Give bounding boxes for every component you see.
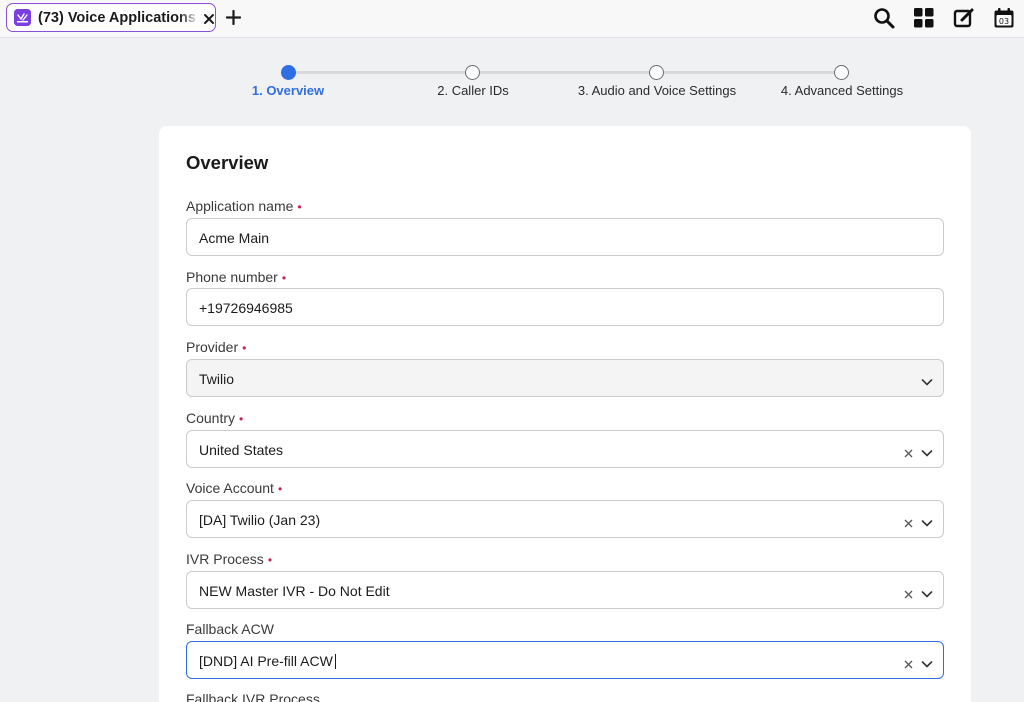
top-bar: (73) Voice Applications 03	[0, 0, 1024, 38]
step-4-label[interactable]: 4. Advanced Settings	[781, 83, 903, 98]
plus-icon[interactable]	[225, 9, 242, 26]
text-cursor	[334, 654, 336, 669]
provider-label: Provider •	[186, 339, 246, 355]
phone-number-label-text: Phone number	[186, 269, 278, 285]
tab-voice-applications[interactable]: (73) Voice Applications	[6, 3, 216, 32]
ivr-process-label: IVR Process •	[186, 551, 272, 567]
phone-number-value: +19726946985	[199, 300, 293, 316]
step-3-dot[interactable]	[649, 65, 664, 80]
apps-grid-icon[interactable]	[913, 7, 935, 29]
chevron-down-icon[interactable]	[921, 445, 933, 457]
chevron-down-icon[interactable]	[921, 515, 933, 527]
stepper-track	[288, 71, 842, 74]
chevron-down-icon[interactable]	[921, 656, 933, 668]
close-icon[interactable]	[203, 12, 215, 24]
country-label-text: Country	[186, 410, 236, 426]
calendar-day: 03	[998, 17, 1010, 26]
fallback-acw-label-text: Fallback ACW	[186, 621, 274, 637]
fallback-acw-value-text: [DND] AI Pre-fill ACW	[199, 653, 333, 669]
application-name-input[interactable]: Acme Main	[186, 218, 944, 256]
required-marker: •	[242, 341, 247, 355]
provider-value: Twilio	[199, 371, 235, 387]
tab-title-fade	[179, 7, 199, 29]
clear-icon[interactable]	[904, 656, 913, 669]
fallback-ivr-process-label: Fallback IVR Process	[186, 691, 320, 702]
application-name-value: Acme Main	[199, 230, 270, 246]
step-2-dot[interactable]	[465, 65, 480, 80]
step-2-label[interactable]: 2. Caller IDs	[437, 83, 509, 98]
provider-label-text: Provider	[186, 339, 239, 355]
overview-card: Overview Application name • Acme Main Pho…	[159, 126, 971, 702]
clear-icon[interactable]	[904, 445, 913, 458]
tab-title: (73) Voice Applications	[38, 10, 196, 26]
required-marker: •	[281, 271, 287, 285]
required-marker: •	[239, 412, 244, 426]
required-marker: •	[267, 553, 273, 567]
chevron-down-icon[interactable]	[921, 586, 933, 598]
clear-icon[interactable]	[904, 586, 913, 599]
application-name-label: Application name •	[186, 198, 302, 214]
required-marker: •	[277, 482, 283, 496]
ivr-process-select[interactable]: NEW Master IVR - Do Not Edit	[186, 571, 944, 609]
voice-account-value: [DA] Twilio (Jan 23)	[199, 512, 321, 528]
ivr-process-value: NEW Master IVR - Do Not Edit	[199, 583, 390, 599]
ivr-process-label-text: IVR Process	[186, 551, 264, 567]
fallback-acw-value: [DND] AI Pre-fill ACW	[199, 653, 336, 669]
step-1-label[interactable]: 1. Overview	[252, 83, 324, 98]
compose-icon[interactable]	[953, 7, 975, 29]
calendar-icon[interactable]: 03	[993, 7, 1015, 29]
voice-app-icon	[14, 9, 31, 26]
fallback-acw-label: Fallback ACW	[186, 621, 274, 637]
fallback-ivr-process-label-text: Fallback IVR Process	[186, 691, 320, 702]
step-1-dot[interactable]	[281, 65, 296, 80]
required-marker: •	[297, 200, 302, 214]
search-icon[interactable]	[873, 7, 895, 29]
phone-number-label: Phone number •	[186, 269, 286, 285]
step-4-dot[interactable]	[834, 65, 849, 80]
application-name-label-text: Application name	[186, 198, 294, 214]
country-label: Country •	[186, 410, 243, 426]
voice-account-label-text: Voice Account	[186, 480, 274, 496]
voice-account-label: Voice Account •	[186, 480, 282, 496]
country-value: United States	[199, 442, 284, 458]
voice-account-select[interactable]: [DA] Twilio (Jan 23)	[186, 500, 944, 538]
card-title: Overview	[186, 152, 269, 173]
phone-number-input[interactable]: +19726946985	[186, 288, 944, 326]
chevron-down-icon	[921, 374, 933, 386]
fallback-acw-select[interactable]: [DND] AI Pre-fill ACW	[186, 641, 944, 679]
country-select[interactable]: United States	[186, 430, 944, 468]
clear-icon[interactable]	[904, 515, 913, 528]
provider-select: Twilio	[186, 359, 944, 397]
step-3-label[interactable]: 3. Audio and Voice Settings	[578, 83, 736, 98]
